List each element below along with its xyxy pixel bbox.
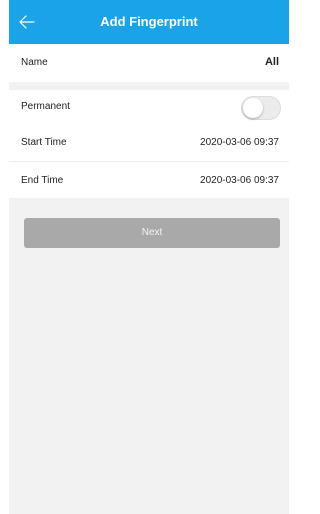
end-time-value: 2020-03-06 09:37 [200, 175, 279, 186]
permanent-label: Permanent [21, 101, 70, 112]
permanent-toggle[interactable] [241, 96, 281, 120]
start-time-value: 2020-03-06 09:37 [200, 137, 279, 148]
name-label: Name [21, 57, 48, 68]
name-value: All [264, 56, 279, 68]
app-screen: Add Fingerprint Name All Permanent Start… [9, 0, 289, 514]
validity-group: Permanent Start Time 2020-03-06 09:37 En… [9, 90, 289, 198]
toggle-knob [243, 98, 263, 118]
permanent-row: Permanent [9, 90, 289, 126]
next-button[interactable]: Next [24, 218, 280, 248]
end-time-row[interactable]: End Time 2020-03-06 09:37 [9, 162, 289, 198]
page-title: Add Fingerprint [100, 14, 198, 29]
start-time-row[interactable]: Start Time 2020-03-06 09:37 [9, 126, 289, 162]
header-bar: Add Fingerprint [9, 0, 289, 44]
end-time-label: End Time [21, 175, 64, 186]
start-time-label: Start Time [21, 137, 67, 148]
name-row[interactable]: Name All [9, 44, 289, 82]
